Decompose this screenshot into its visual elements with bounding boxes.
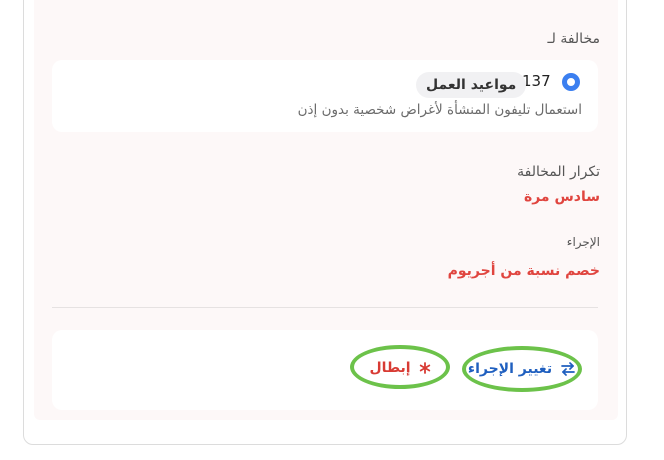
swap-arrows-icon (560, 362, 576, 376)
action-value: خصم نسبة من أجريوم (447, 263, 600, 279)
repetition-value: سادس مرة (523, 189, 600, 205)
asterisk-icon (419, 362, 431, 374)
divider (52, 307, 598, 308)
repetition-label: تكرار المخالفة (517, 164, 600, 180)
violation-code: 137 (522, 72, 551, 90)
violation-label: مخالفة لـ (547, 31, 600, 47)
violation-radio[interactable] (562, 73, 580, 91)
category-chip: مواعيد العمل (416, 72, 527, 98)
action-label: الإجراء (566, 235, 600, 249)
cancel-button[interactable]: إبطال (352, 353, 448, 383)
change-action-button[interactable]: تغيير الإجراء (463, 354, 581, 384)
violation-description: استعمال تليفون المنشأة لأغراض شخصية بدون… (297, 102, 582, 118)
actions-card: تغيير الإجراء إبطال (52, 330, 598, 410)
violation-card[interactable]: 137 مواعيد العمل استعمال تليفون المنشأة … (52, 60, 598, 132)
change-action-label: تغيير الإجراء (467, 361, 553, 377)
cancel-label: إبطال (369, 360, 411, 376)
